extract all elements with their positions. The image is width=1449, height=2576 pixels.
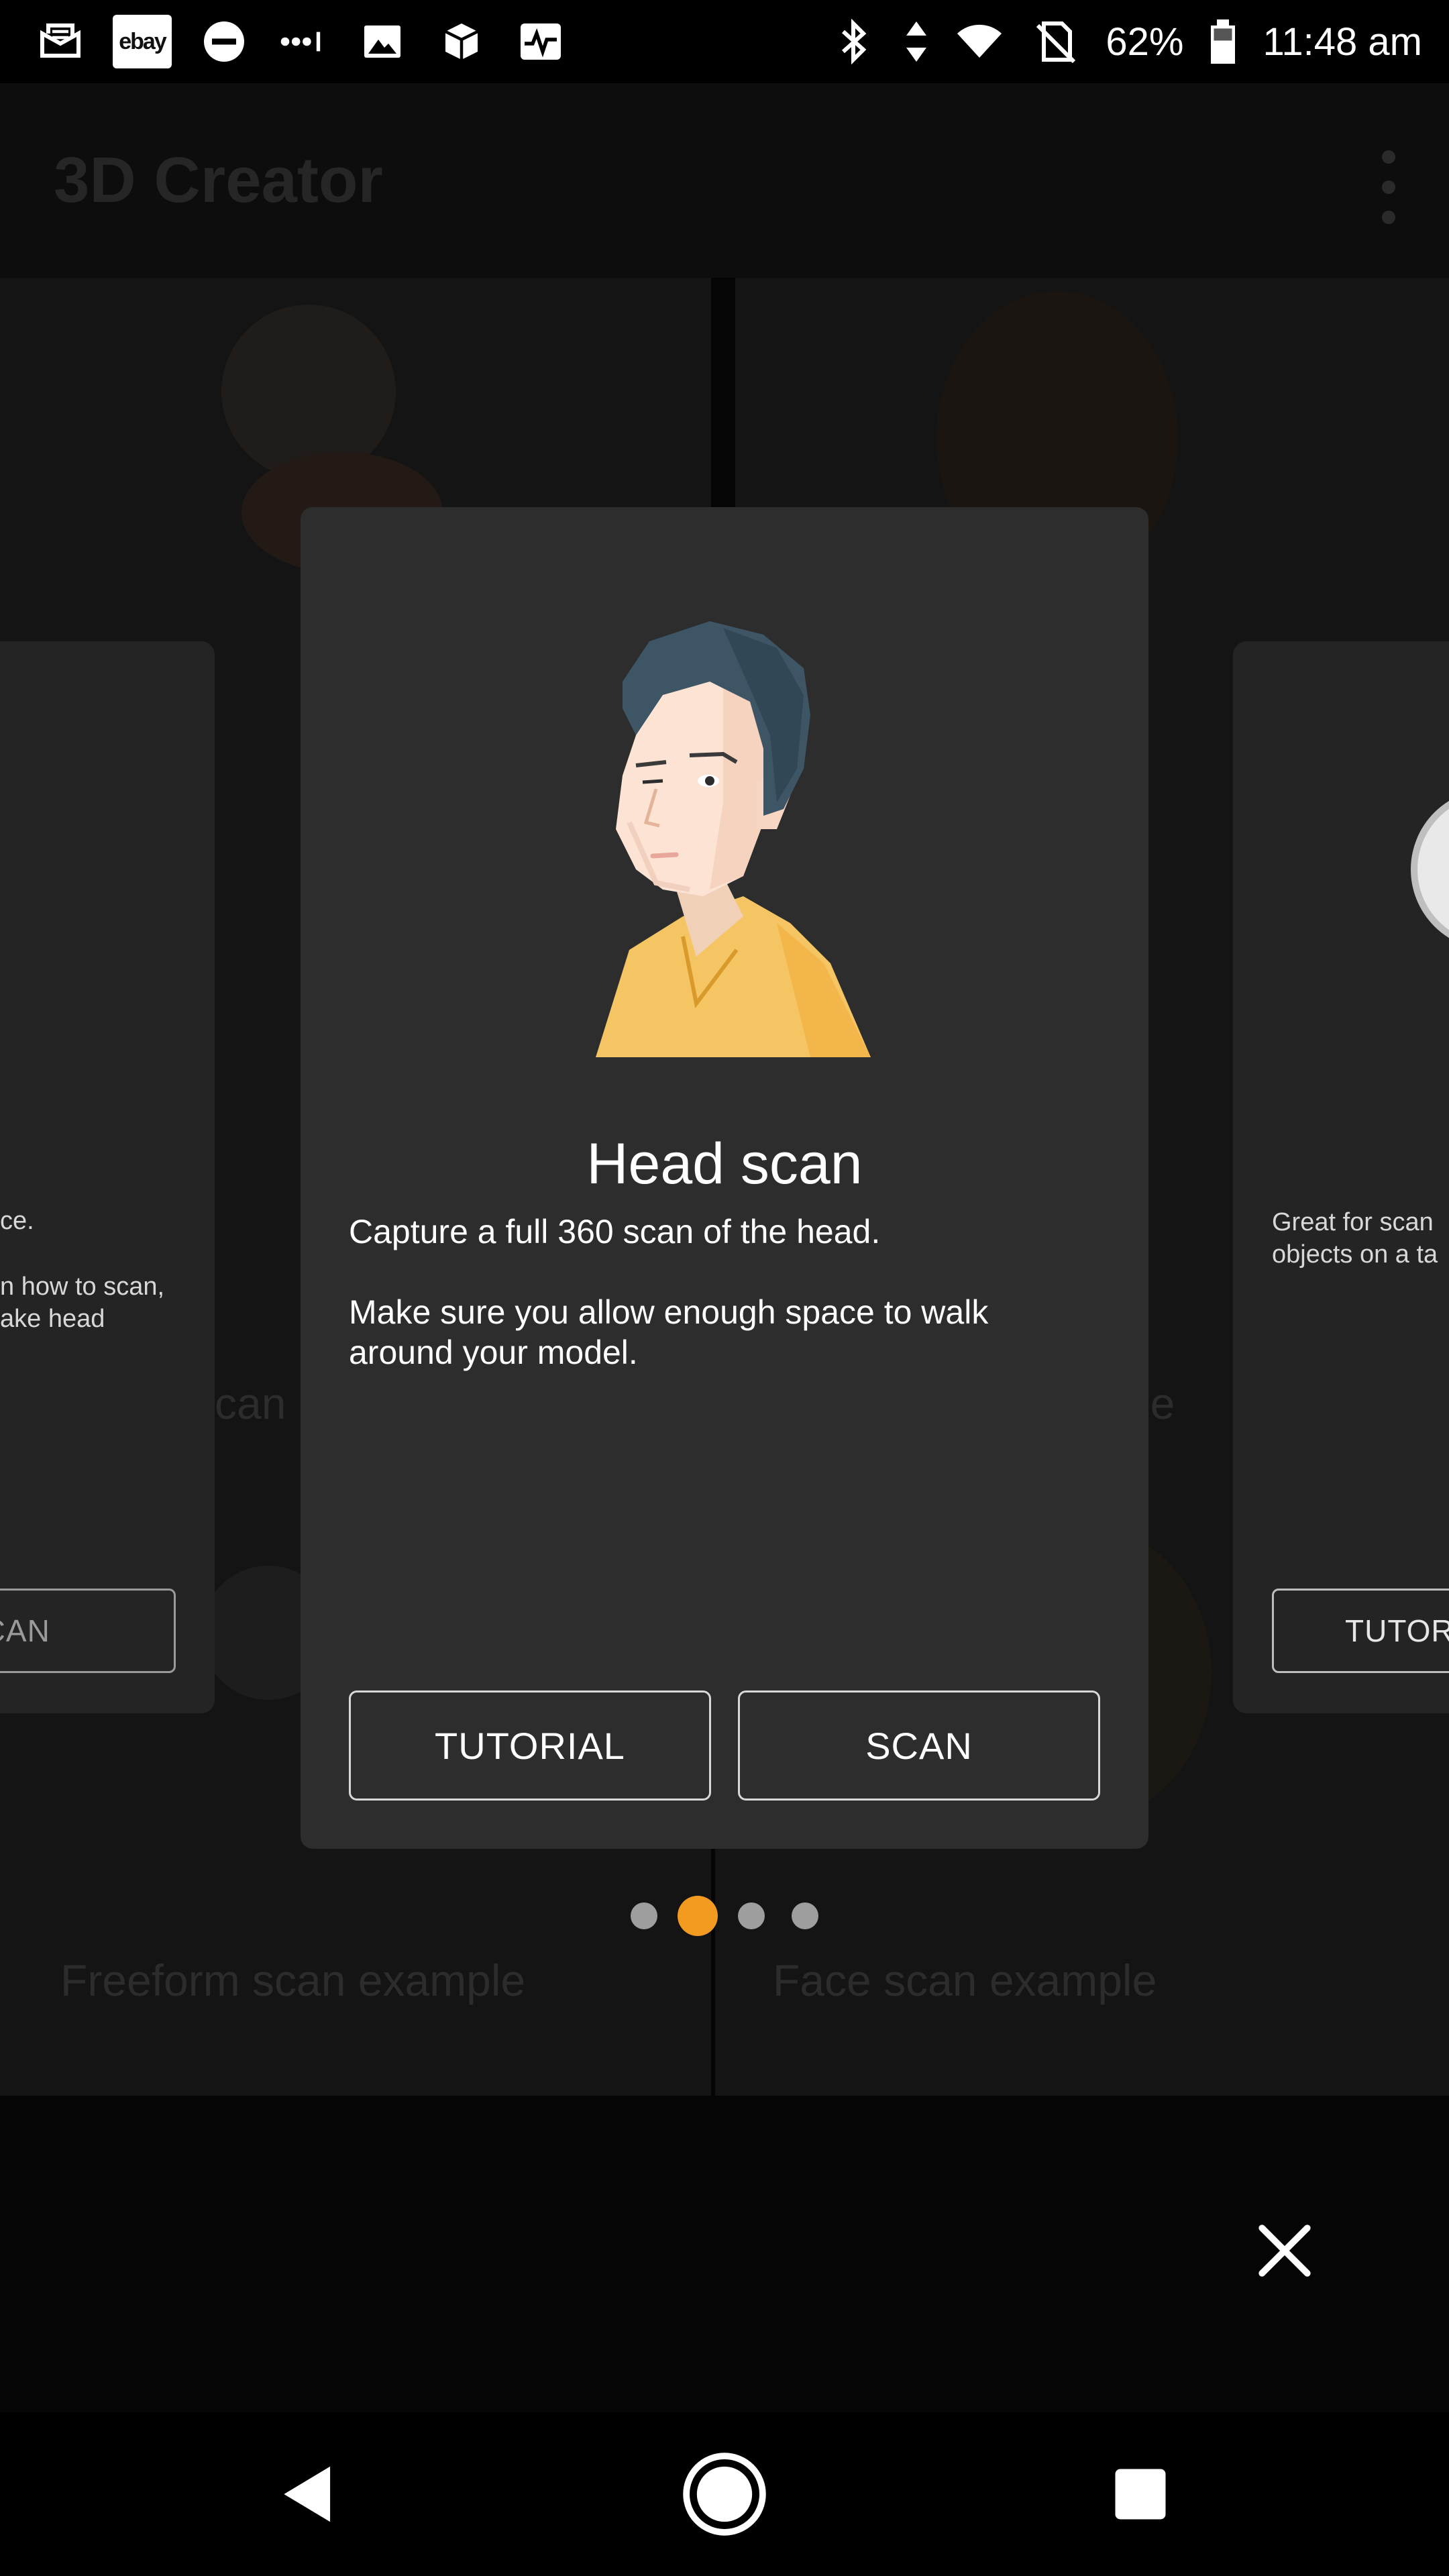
- head-illustration: [522, 601, 924, 1071]
- tutorial-button[interactable]: TUTORIAL: [349, 1690, 711, 1801]
- close-button[interactable]: [1248, 2214, 1322, 2288]
- gallery-caption-partial-left: can: [215, 1379, 286, 1428]
- page-dot[interactable]: [792, 1902, 818, 1929]
- screen: ebay 62% 11:48 am 3D Creator Freeform sc…: [0, 0, 1449, 2576]
- page-dot[interactable]: [678, 1896, 718, 1936]
- clock: 11:48 am: [1263, 19, 1422, 64]
- next-card-tutorial-button[interactable]: TUTORI: [1272, 1589, 1449, 1673]
- do-not-disturb-icon: [197, 15, 251, 68]
- dialog-text-1: Capture a full 360 scan of the head.: [349, 1213, 881, 1250]
- carousel-card-next[interactable]: Great for scan objects on a ta TUTORI: [1233, 641, 1449, 1713]
- gallery-caption-face: Face scan example: [773, 1955, 1157, 2005]
- data-arrows-icon: [903, 15, 930, 68]
- overflow-menu-icon[interactable]: [1375, 150, 1402, 224]
- gallery-caption-freeform: Freeform scan example: [60, 1955, 526, 2005]
- home-icon: [683, 2453, 766, 2536]
- bluetooth-icon: [826, 15, 880, 68]
- navigation-bar: [0, 2412, 1449, 2576]
- inbox-icon: [34, 15, 87, 68]
- back-icon: [284, 2466, 331, 2522]
- battery-icon: [1206, 15, 1240, 68]
- previous-card-scan-button[interactable]: SCAN: [0, 1589, 176, 1673]
- next-card-text: Great for scan objects on a ta: [1272, 1208, 1438, 1269]
- scan-button[interactable]: SCAN: [738, 1690, 1100, 1801]
- wifi-icon: [953, 15, 1006, 68]
- recents-icon: [1115, 2469, 1166, 2520]
- head-scan-card: Head scan Capture a full 360 scan of the…: [301, 507, 1148, 1849]
- battery-percent: 62%: [1106, 19, 1184, 64]
- page-dot[interactable]: [631, 1902, 657, 1929]
- activity-icon: [514, 15, 568, 68]
- home-button[interactable]: [678, 2447, 771, 2541]
- close-icon: [1258, 2224, 1311, 2277]
- back-button[interactable]: [262, 2447, 356, 2541]
- page-indicator: [0, 1896, 1449, 1936]
- next-card-illustration: [1411, 789, 1449, 950]
- page-dot[interactable]: [738, 1902, 765, 1929]
- recents-button[interactable]: [1093, 2447, 1187, 2541]
- signal-dots-icon: [276, 15, 330, 68]
- status-bar: ebay 62% 11:48 am: [0, 0, 1449, 83]
- no-sim-icon: [1029, 15, 1083, 68]
- previous-card-text-2: n how to scan, ake head: [0, 1273, 165, 1333]
- app-bar: 3D Creator: [0, 83, 1449, 278]
- dialog-title: Head scan: [586, 1132, 863, 1196]
- previous-card-text-1: ce.: [0, 1207, 34, 1235]
- image-icon: [356, 15, 409, 68]
- app-title: 3D Creator: [54, 144, 383, 216]
- dialog-text-2: Make sure you allow enough space to walk…: [349, 1293, 989, 1371]
- ebay-icon: ebay: [113, 15, 172, 68]
- box-icon: [435, 15, 488, 68]
- dialog-description: Capture a full 360 scan of the head. Mak…: [349, 1212, 1100, 1373]
- carousel-card-previous[interactable]: ce. n how to scan, ake head SCAN: [0, 641, 215, 1713]
